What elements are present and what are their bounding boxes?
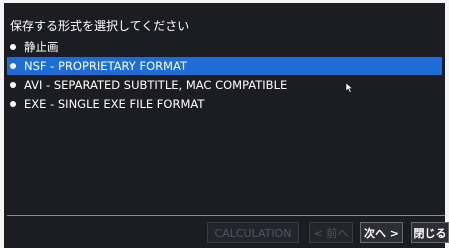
format-option-still-image[interactable]: 静止画 xyxy=(7,38,442,56)
bullet-icon xyxy=(10,82,16,88)
format-option-nsf[interactable]: NSF - PROPRIETARY FORMAT xyxy=(7,57,442,75)
bullet-icon xyxy=(10,101,16,107)
option-label: NSF - PROPRIETARY FORMAT xyxy=(24,59,188,73)
dialog-prompt: 保存する形式を選択してください xyxy=(10,19,190,33)
format-option-list: 静止画 NSF - PROPRIETARY FORMAT AVI - SEPAR… xyxy=(7,38,442,114)
next-button[interactable]: 次へ > xyxy=(360,222,403,243)
footer-divider xyxy=(7,215,445,216)
bullet-icon xyxy=(10,63,16,69)
format-option-exe[interactable]: EXE - SINGLE EXE FILE FORMAT xyxy=(7,95,442,113)
window-right-edge xyxy=(445,0,449,248)
option-label: AVI - SEPARATED SUBTITLE, MAC COMPATIBLE xyxy=(24,78,288,92)
option-label: EXE - SINGLE EXE FILE FORMAT xyxy=(24,97,205,111)
prev-button[interactable]: < 前へ xyxy=(309,222,353,243)
save-format-dialog: 保存する形式を選択してください 静止画 NSF - PROPRIETARY FO… xyxy=(0,0,449,248)
close-button[interactable]: 閉じる xyxy=(411,222,449,243)
format-option-avi[interactable]: AVI - SEPARATED SUBTITLE, MAC COMPATIBLE xyxy=(7,76,442,94)
window-left-edge xyxy=(0,0,4,248)
window-top-edge xyxy=(0,0,449,3)
bullet-icon xyxy=(10,44,16,50)
calculation-button[interactable]: CALCULATION xyxy=(207,222,299,243)
option-label: 静止画 xyxy=(24,40,59,54)
mouse-pointer-icon xyxy=(346,83,354,93)
